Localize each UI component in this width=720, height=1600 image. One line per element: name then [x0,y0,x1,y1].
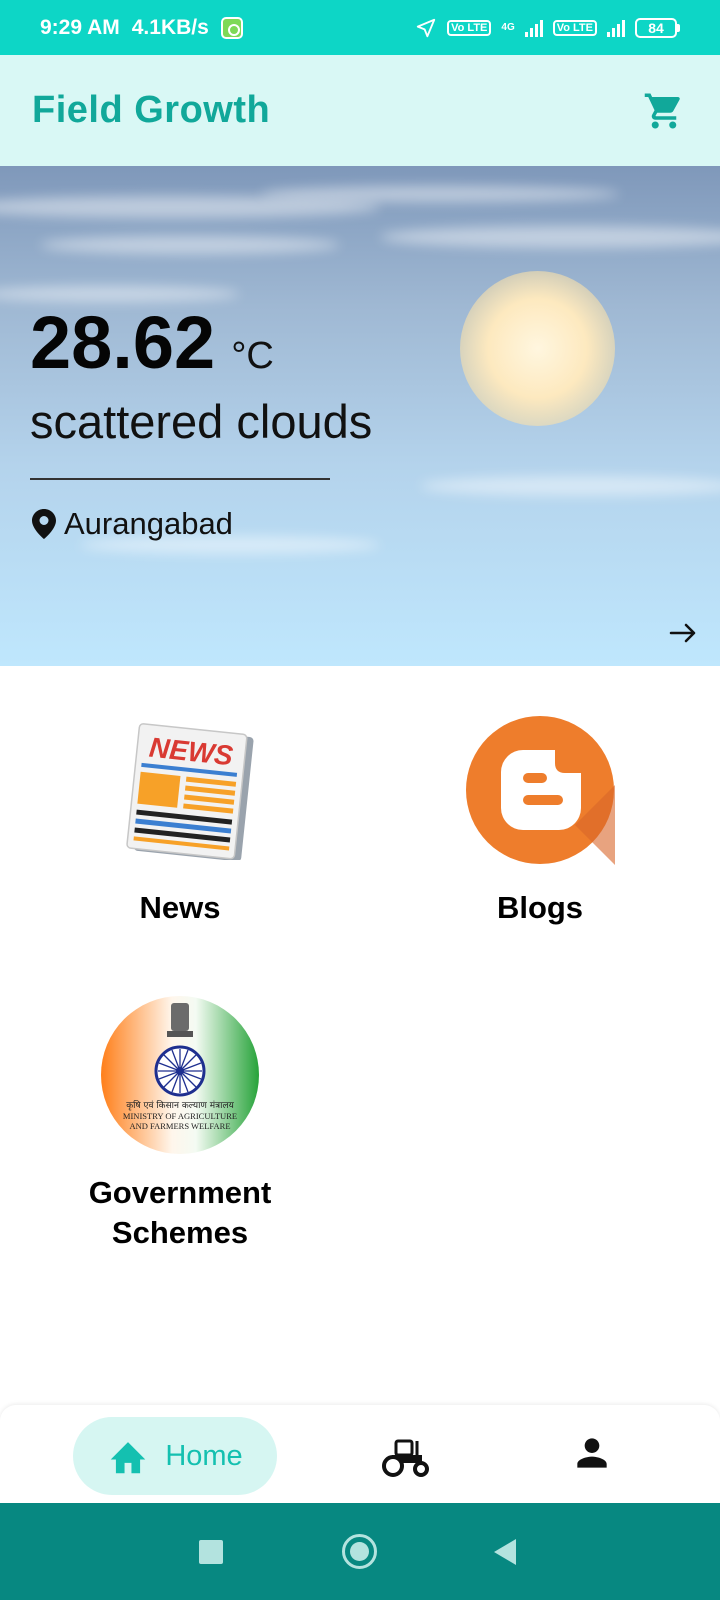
system-navigation-bar [0,1503,720,1600]
home-icon [111,1442,146,1474]
cloud-decoration [0,286,240,302]
recents-button[interactable] [199,1540,223,1564]
location-name: Aurangabad [64,506,233,541]
news-label: News [139,890,221,925]
app-title: Field Growth [32,89,271,131]
temperature-unit: °C [231,335,274,377]
government-schemes-label: Government Schemes [88,1175,272,1250]
sun-decoration [460,271,615,426]
cart-button[interactable] [640,87,688,135]
location-pin-icon [32,509,56,539]
news-image-wrap: NEWS [105,710,255,870]
status-bar: 9:29 AM 4.1KB/s Vo LTE 4G Vo LTE 84 [0,0,720,55]
nav-home-label: Home [165,1439,243,1472]
tractor-icon[interactable] [380,1433,430,1477]
battery-icon: 84 [635,17,680,38]
status-speed: 4.1KB/s [131,15,209,39]
bottom-navigation: Home [0,1405,720,1503]
blogger-icon [466,716,615,865]
battery-tip [677,23,680,32]
temperature-value: 28.62 [30,301,216,384]
profile-icon[interactable] [570,1431,614,1475]
temperature-row: 28.62 °C [30,306,274,380]
app-notification-icon [220,16,243,39]
status-time: 9:29 AM [40,15,120,39]
network-4g-label: 4G [501,22,515,33]
back-button[interactable] [494,1539,516,1565]
ministry-emblem-icon: कृषि एवं किसान कल्याण मंत्रालय MINISTRY … [101,996,259,1154]
volte-badge-1: Vo LTE [447,19,492,36]
newspaper-icon: NEWS [126,723,254,860]
cloud-decoration [420,476,720,496]
news-tile[interactable]: NEWS News [30,710,330,928]
location-arrow-icon [416,18,436,37]
arrow-right-icon[interactable] [668,618,698,648]
ministry-hindi-text: कृषि एवं किसान कल्याण मंत्रालय [126,1099,234,1111]
home-system-button[interactable] [342,1534,377,1569]
nav-home-button[interactable]: Home [73,1417,277,1495]
gov-image-wrap: कृषि एवं किसान कल्याण मंत्रालय MINISTRY … [100,995,260,1155]
government-schemes-tile[interactable]: कृषि एवं किसान कल्याण मंत्रालय MINISTRY … [30,995,330,1253]
cloud-decoration [380,226,720,248]
blogs-tile[interactable]: Blogs [390,710,690,928]
status-right: Vo LTE 4G Vo LTE 84 [415,17,680,39]
status-left: 9:29 AM 4.1KB/s [40,16,243,40]
battery-level: 84 [635,17,677,38]
ministry-english-text-2: AND FARMERS WELFARE [129,1121,230,1131]
weather-divider [30,478,330,480]
weather-condition: scattered clouds [30,395,373,448]
ministry-english-text-1: MINISTRY OF AGRICULTURE [123,1111,237,1121]
cloud-decoration [260,186,620,202]
volte-badge-2: Vo LTE [552,19,597,36]
weather-card[interactable]: 28.62 °C scattered clouds Aurangabad [0,166,720,666]
home-screen: 9:29 AM 4.1KB/s Vo LTE 4G Vo LTE 84 Fiel… [0,0,720,1600]
app-bar: Field Growth [0,55,720,166]
signal-strength-icon-1 [524,19,543,37]
blogs-image-wrap [465,710,615,870]
cloud-decoration [40,236,340,254]
blogs-label: Blogs [496,890,584,925]
weather-location: Aurangabad [32,506,233,542]
cart-icon [644,93,680,128]
signal-strength-icon-2 [607,19,625,37]
